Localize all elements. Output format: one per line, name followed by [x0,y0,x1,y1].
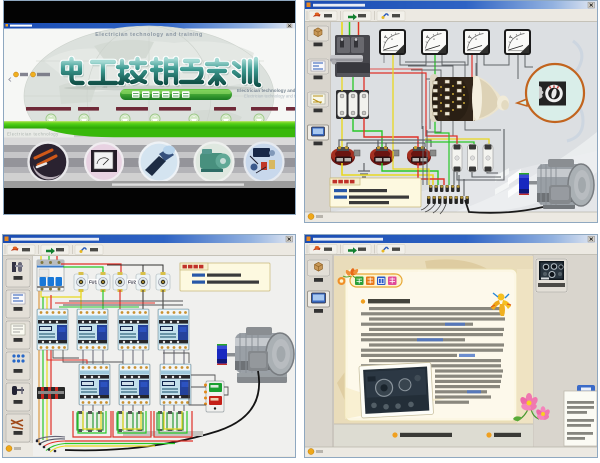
svg-text:FU2: FU2 [128,279,137,284]
svg-text:FU1: FU1 [89,279,98,284]
svg-text:Electrician technology and: Electrician technology and training [244,94,295,99]
svg-text:Electrician technology and tra: Electrician technology and training [95,32,202,38]
svg-text:Electrician technology: Electrician technology [7,132,59,137]
svg-text:-cc: -cc [102,84,107,89]
svg-text:Electrician technology and tra: Electrician technology and training [237,88,295,93]
